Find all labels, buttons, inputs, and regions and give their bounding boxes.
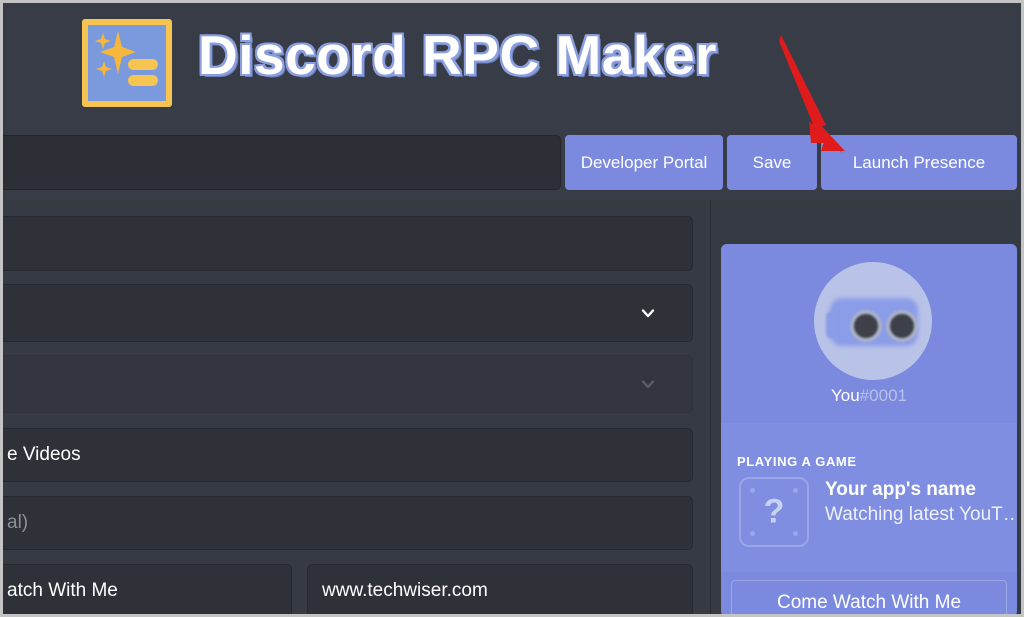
app-header: Discord RPC Maker [6, 3, 1021, 125]
app-window: Discord RPC Maker Developer Portal Save … [0, 0, 1024, 617]
thumb-question-glyph: ? [763, 492, 785, 531]
large-image-select[interactable] [3, 284, 693, 342]
page-title: Discord RPC Maker [198, 24, 717, 86]
sparkle-list-icon [82, 19, 172, 107]
avatar-headset-strap [826, 312, 838, 338]
chevron-down-icon [640, 376, 656, 392]
status-badge: PLAYING A GAME [737, 454, 857, 469]
avatar-lens-right [886, 310, 918, 342]
details-field[interactable]: e Videos [3, 428, 693, 482]
developer-portal-button[interactable]: Developer Portal [565, 135, 723, 190]
client-id-input[interactable] [3, 135, 561, 190]
chevron-down-icon [640, 305, 656, 321]
button1-url-value: www.techwiser.com [322, 579, 488, 601]
panel-divider [710, 200, 711, 614]
vr-headset-avatar [814, 262, 932, 380]
thumb-dot [750, 531, 755, 536]
button1-text-field[interactable]: atch With Me [3, 564, 292, 614]
preview-username: You#0001 [721, 386, 1017, 406]
state-placeholder: al) [7, 512, 29, 533]
state-field[interactable]: al) [3, 496, 693, 550]
preview-action-button[interactable]: Come Watch With Me [731, 580, 1007, 614]
question-mark-icon: ? [739, 477, 809, 547]
details-value: e Videos [7, 444, 81, 465]
discord-presence-preview: You#0001 PLAYING A GAME ? Your app's nam… [721, 244, 1017, 614]
preview-app-detail: Watching latest YouT… [825, 504, 1015, 525]
thumb-dot [793, 531, 798, 536]
launch-presence-button[interactable]: Launch Presence [821, 135, 1017, 190]
username-text: You [831, 386, 860, 405]
preview-app-name: Your app's name [825, 479, 976, 500]
toolbar: Developer Portal Save Launch Presence [3, 125, 1021, 200]
small-image-select[interactable] [3, 355, 693, 413]
avatar-lens-left [850, 310, 882, 342]
description-field[interactable] [3, 216, 693, 271]
username-discriminator: #0001 [859, 386, 907, 405]
activity-region: PLAYING A GAME ? Your app's name Watchin… [721, 423, 1017, 572]
button1-url-field[interactable]: www.techwiser.com [307, 564, 693, 614]
avatar-region: You#0001 [721, 244, 1017, 423]
button1-value: atch With Me [7, 579, 118, 601]
main-content: e Videos al) atch With Me www.techwiser.… [3, 200, 1021, 614]
save-button[interactable]: Save [727, 135, 817, 190]
